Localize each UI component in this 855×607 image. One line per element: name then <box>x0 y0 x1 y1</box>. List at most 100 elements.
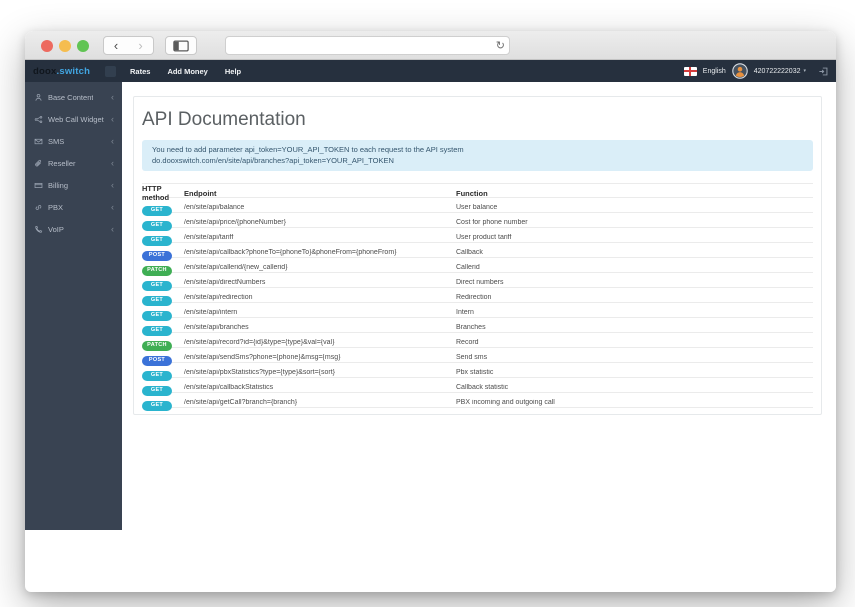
function-cell: Callerid <box>456 263 480 271</box>
endpoint-cell: /en/site/api/sendSms?phone={phone}&msg={… <box>184 353 341 361</box>
table-row: PATCH /en/site/api/callerid/{new_calleri… <box>142 257 813 276</box>
reload-icon[interactable]: ↻ <box>496 39 505 52</box>
sidebar-toggle-button[interactable] <box>165 36 197 55</box>
method-badge: GET <box>142 400 172 411</box>
address-bar: ↻ <box>225 36 510 55</box>
endpoint-cell: /en/site/api/balance <box>184 203 245 211</box>
function-cell: Intern <box>456 308 474 316</box>
function-cell: User product tariff <box>456 233 512 241</box>
language-selector[interactable]: English <box>703 68 726 75</box>
table-body: GET /en/site/api/balance User balance GE… <box>142 197 813 411</box>
user-icon <box>35 93 42 101</box>
forward-icon: › <box>138 38 143 53</box>
sidebar-item[interactable]: PBX ‹ <box>25 196 122 218</box>
endpoint-cell: /en/site/api/pbxStatistics?type={type}&s… <box>184 368 335 376</box>
endpoint-cell: /en/site/api/price/{phoneNumber} <box>184 218 286 226</box>
top-menu-item[interactable]: Help <box>225 67 241 76</box>
avatar[interactable] <box>732 63 748 79</box>
function-cell: Cost for phone number <box>456 218 528 226</box>
chevron-collapse-icon: ‹ <box>111 91 114 102</box>
endpoint-cell: /en/site/api/record?id={id}&type={type}&… <box>184 338 335 346</box>
page-title: API Documentation <box>142 109 306 130</box>
table-row: GET /en/site/api/pbxStatistics?type={typ… <box>142 362 813 381</box>
function-cell: Branches <box>456 323 486 331</box>
chevron-collapse-icon: ‹ <box>111 179 114 190</box>
browser-toolbar: ‹ › ↻ <box>25 31 836 60</box>
sidebar-item[interactable]: SMS ‹ <box>25 130 122 152</box>
table-header: HTTP method Endpoint Function <box>142 183 813 202</box>
function-cell: Pbx statistic <box>456 368 494 376</box>
table-row: PATCH /en/site/api/record?id={id}&type={… <box>142 332 813 351</box>
top-menu-item[interactable]: Add Money <box>167 67 207 76</box>
chevron-collapse-icon: ‹ <box>111 135 114 146</box>
logout-icon[interactable] <box>818 66 829 77</box>
chevron-collapse-icon: ‹ <box>111 113 114 124</box>
sidebar: Base Content ‹ Web Call Widget ‹ SMS ‹ R… <box>25 82 122 530</box>
content-card: API Documentation You need to add parame… <box>133 96 822 415</box>
alert-line-2: do.dooxswitch.com/en/site/api/branches?a… <box>152 155 394 165</box>
function-cell: Send sms <box>456 353 488 361</box>
logo-zone: doox.switch <box>25 60 122 82</box>
sidebar-item[interactable]: Web Call Widget ‹ <box>25 108 122 130</box>
navbar-right: English 420722222032 ▾ <box>683 63 836 79</box>
link-icon <box>35 204 42 210</box>
table-row: GET /en/site/api/callbackStatistics Call… <box>142 377 813 396</box>
sidebar-item-label: Billing <box>48 180 69 190</box>
table-row: GET /en/site/api/price/{phoneNumber} Cos… <box>142 212 813 231</box>
endpoint-cell: /en/site/api/getCall?branch={branch} <box>184 398 298 406</box>
menu-collapse-toggle[interactable] <box>105 65 116 77</box>
browser-window: ‹ › ↻ doox.switch Rates Add Money Help Eng… <box>25 31 836 592</box>
sidebar-item[interactable]: VoIP ‹ <box>25 218 122 240</box>
account-number: 420722222032 <box>753 67 801 75</box>
sidebar-item[interactable]: Reseller ‹ <box>25 152 122 174</box>
table-row: POST /en/site/api/callback?phoneTo={phon… <box>142 242 813 261</box>
function-cell: Callback <box>456 248 483 256</box>
sidebar-item-label: Web Call Widget <box>48 114 104 124</box>
endpoint-cell: /en/site/api/redirection <box>184 293 253 301</box>
zoom-window-button[interactable] <box>77 40 89 52</box>
endpoint-cell: /en/site/api/tariff <box>184 233 234 241</box>
api-table: HTTP method Endpoint Function GET /en/si… <box>142 183 813 411</box>
chevron-collapse-icon: ‹ <box>111 201 114 212</box>
col-header-endpoint: Endpoint <box>184 188 217 198</box>
app-navbar: doox.switch Rates Add Money Help English 4… <box>25 60 836 82</box>
top-menu-item-label: Add Money <box>167 66 208 76</box>
table-row: GET /en/site/api/getCall?branch={branch}… <box>142 392 813 411</box>
english-flag-icon <box>683 66 697 76</box>
table-row: GET /en/site/api/directNumbers Direct nu… <box>142 272 813 291</box>
account-dropdown[interactable]: 420722222032 ▾ <box>754 68 806 75</box>
col-header-function: Function <box>456 188 488 198</box>
mail-icon <box>34 138 43 144</box>
chevron-collapse-icon: ‹ <box>111 157 114 168</box>
function-cell: Callback statistic <box>456 383 509 391</box>
app-logo[interactable]: doox.switch <box>33 66 90 77</box>
info-alert: You need to add parameter api_token=YOUR… <box>142 140 813 171</box>
sidebar-item[interactable]: Billing ‹ <box>25 174 122 196</box>
function-cell: Record <box>456 338 479 346</box>
table-row: GET /en/site/api/intern Intern <box>142 302 813 321</box>
function-cell: Direct numbers <box>456 278 504 286</box>
table-row: GET /en/site/api/balance User balance <box>142 197 813 216</box>
table-row: GET /en/site/api/tariff User product tar… <box>142 227 813 246</box>
top-menu-item-label: Help <box>224 66 242 76</box>
table-row: POST /en/site/api/sendSms?phone={phone}&… <box>142 347 813 366</box>
share-icon <box>34 115 43 123</box>
endpoint-cell: /en/site/api/directNumbers <box>184 278 266 286</box>
back-button[interactable]: ‹ <box>103 36 129 55</box>
endpoint-cell: /en/site/api/intern <box>184 308 238 316</box>
url-input[interactable] <box>232 37 489 54</box>
top-menu-item-label: Rates <box>130 66 151 76</box>
function-cell: User balance <box>456 203 498 211</box>
endpoint-cell: /en/site/api/branches <box>184 323 249 331</box>
sidebar-item-label: Base Content <box>48 92 94 102</box>
forward-button[interactable]: › <box>128 36 154 55</box>
table-row: GET /en/site/api/branches Branches <box>142 317 813 336</box>
phone-icon <box>35 225 43 233</box>
chevron-down-icon: ▾ <box>803 68 806 74</box>
function-cell: PBX incoming and outgoing call <box>456 398 555 406</box>
close-window-button[interactable] <box>41 40 53 52</box>
minimize-window-button[interactable] <box>59 40 71 52</box>
top-menu-item[interactable]: Rates <box>130 67 150 76</box>
sidebar-item[interactable]: Base Content ‹ <box>25 86 122 108</box>
chevron-collapse-icon: ‹ <box>111 223 114 234</box>
